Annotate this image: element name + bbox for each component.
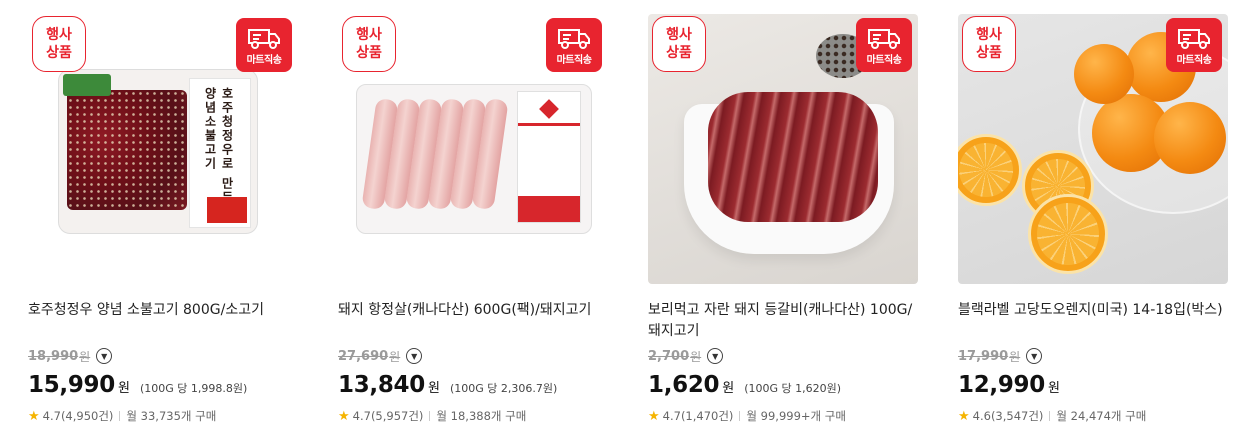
star-icon: ★ — [958, 408, 970, 424]
original-price: 18,990 — [28, 348, 79, 364]
price-row: 1,620 원 (100G 당 1,620원) — [648, 372, 841, 400]
divider — [739, 411, 741, 421]
product-card[interactable]: 행사 상품 마트직송 블랙라벨 고당도오렌지(미국) 14-18입(박스) 17… — [958, 14, 1228, 436]
star-icon: ★ — [648, 408, 660, 424]
event-badge: 행사 상품 — [32, 16, 86, 72]
truck-icon — [248, 29, 280, 49]
original-price-row: 2,700 원 ▼ — [648, 347, 724, 365]
product-title[interactable]: 보리먹고 자란 돼지 등갈비(캐나다산) 100G/돼지고기 — [648, 300, 918, 342]
unit-price: (100G 당 1,998.8원) — [139, 382, 248, 395]
sale-price: 1,620 — [648, 372, 720, 398]
meta-row: ★ 4.7(4,950건) 월 33,735개 구매 — [28, 408, 216, 424]
meta-row: ★ 4.6(3,547건) 월 24,474개 구매 — [958, 408, 1146, 424]
unit-price: (100G 당 1,620원) — [744, 382, 842, 395]
original-price-row: 27,690 원 ▼ — [338, 347, 423, 365]
truck-icon — [1178, 29, 1210, 49]
original-price: 27,690 — [338, 348, 389, 364]
event-badge: 행사 상품 — [652, 16, 706, 72]
package-label — [517, 91, 581, 223]
truck-icon — [558, 29, 590, 49]
star-icon: ★ — [28, 408, 40, 424]
original-price-unit: 원 — [690, 349, 702, 364]
product-image[interactable]: 행사 상품 마트직송 호주청정우로 만든 양념소불고기 — [28, 14, 298, 284]
truck-icon — [868, 29, 900, 49]
divider — [119, 411, 121, 421]
purchase-count: 월 99,999+개 구매 — [746, 409, 846, 423]
price-unit: 원 — [1047, 381, 1060, 396]
orange-slice — [958, 134, 1022, 206]
divider — [1049, 411, 1051, 421]
mart-delivery-label: 마트직송 — [246, 55, 282, 66]
origin-flag — [63, 74, 111, 96]
beef-package-image: 호주청정우로 만든 양념소불고기 — [58, 69, 258, 234]
sale-price: 13,840 — [338, 372, 425, 398]
original-price-row: 17,990 원 ▼ — [958, 347, 1043, 365]
price-row: 12,990 원 — [958, 372, 1070, 400]
product-card[interactable]: 행사 상품 마트직송 돼지 항정살(캐나다산) 600G(팩)/돼지고기 27,… — [338, 14, 608, 436]
price-unit: 원 — [117, 381, 130, 396]
event-badge-label: 행사 상품 — [976, 27, 1002, 61]
product-title[interactable]: 호주청정우 양념 소불고기 800G/소고기 — [28, 300, 298, 321]
sale-price: 12,990 — [958, 372, 1045, 398]
rating: 4.7(1,470건) — [662, 409, 734, 423]
product-image[interactable]: 행사 상품 마트직송 — [338, 14, 608, 284]
beef-meat — [67, 90, 187, 210]
product-title[interactable]: 블랙라벨 고당도오렌지(미국) 14-18입(박스) — [958, 300, 1228, 321]
product-card[interactable]: 행사 상품 마트직송 호주청정우로 만든 양념소불고기 호주청정우 양념 소불고… — [28, 14, 298, 436]
mart-delivery-badge: 마트직송 — [546, 18, 602, 72]
unit-price: (100G 당 2,306.7원) — [449, 382, 558, 395]
rating: 4.7(4,950건) — [42, 409, 114, 423]
rating: 4.7(5,957건) — [352, 409, 424, 423]
event-badge: 행사 상품 — [962, 16, 1016, 72]
product-grid: 행사 상품 마트직송 호주청정우로 만든 양념소불고기 호주청정우 양념 소불고… — [0, 0, 1234, 436]
price-unit: 원 — [427, 381, 440, 396]
event-badge-label: 행사 상품 — [356, 27, 382, 61]
purchase-count: 월 18,388개 구매 — [436, 409, 527, 423]
original-price-unit: 원 — [79, 349, 91, 364]
mart-delivery-label: 마트직송 — [1176, 55, 1212, 66]
chevron-down-icon[interactable]: ▼ — [1026, 348, 1043, 364]
chevron-down-icon[interactable]: ▼ — [406, 348, 423, 364]
orange — [1154, 102, 1226, 174]
product-title[interactable]: 돼지 항정살(캐나다산) 600G(팩)/돼지고기 — [338, 300, 608, 321]
mart-delivery-label: 마트직송 — [866, 55, 902, 66]
pork-ribs — [708, 92, 878, 222]
orange — [1074, 44, 1134, 104]
event-badge: 행사 상품 — [342, 16, 396, 72]
original-price-unit: 원 — [1009, 349, 1021, 364]
original-price-row: 18,990 원 ▼ — [28, 347, 113, 365]
meta-row: ★ 4.7(1,470건) 월 99,999+개 구매 — [648, 408, 846, 424]
chevron-down-icon[interactable]: ▼ — [707, 348, 724, 364]
divider — [429, 411, 431, 421]
purchase-count: 월 24,474개 구매 — [1056, 409, 1147, 423]
event-badge-label: 행사 상품 — [46, 27, 72, 61]
original-price-unit: 원 — [389, 349, 401, 364]
price-row: 13,840 원 (100G 당 2,306.7원) — [338, 372, 557, 400]
chevron-down-icon[interactable]: ▼ — [96, 348, 113, 364]
pork-package-image — [356, 84, 592, 234]
product-card[interactable]: 행사 상품 마트직송 보리먹고 자란 돼지 등갈비(캐나다산) 100G/돼지고… — [648, 14, 918, 436]
product-image[interactable]: 행사 상품 마트직송 — [648, 14, 918, 284]
original-price: 17,990 — [958, 348, 1009, 364]
rating: 4.6(3,547건) — [972, 409, 1044, 423]
mart-delivery-label: 마트직송 — [556, 55, 592, 66]
event-badge-label: 행사 상품 — [666, 27, 692, 61]
orange-slice — [1028, 194, 1108, 274]
package-sticker — [207, 197, 247, 223]
star-icon: ★ — [338, 408, 350, 424]
mart-delivery-badge: 마트직송 — [1166, 18, 1222, 72]
purchase-count: 월 33,735개 구매 — [126, 409, 217, 423]
product-image[interactable]: 행사 상품 마트직송 — [958, 14, 1228, 284]
meta-row: ★ 4.7(5,957건) 월 18,388개 구매 — [338, 408, 526, 424]
price-unit: 원 — [722, 381, 735, 396]
sale-price: 15,990 — [28, 372, 115, 398]
mart-delivery-badge: 마트직송 — [856, 18, 912, 72]
price-row: 15,990 원 (100G 당 1,998.8원) — [28, 372, 247, 400]
mart-delivery-badge: 마트직송 — [236, 18, 292, 72]
original-price: 2,700 — [648, 348, 690, 364]
